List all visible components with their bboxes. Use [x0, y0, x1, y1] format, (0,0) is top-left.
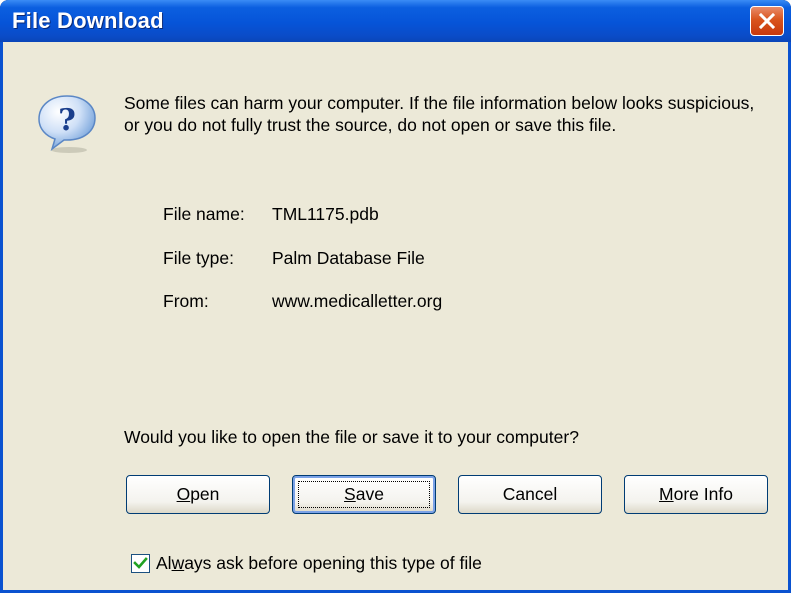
- open-button-label: Open: [176, 484, 220, 504]
- from-value: www.medicalletter.org: [272, 291, 443, 311]
- save-button[interactable]: Save: [292, 475, 436, 514]
- more-info-button[interactable]: More Info: [624, 475, 768, 514]
- file-name-value: TML1175.pdb: [272, 204, 379, 224]
- focus-ring: [298, 481, 430, 508]
- file-type-label: File type:: [163, 248, 234, 268]
- close-button[interactable]: [750, 6, 784, 36]
- cancel-button-label: Cancel: [502, 484, 558, 504]
- checkmark-icon: [133, 557, 148, 569]
- always-ask-label[interactable]: Always ask before opening this type of f…: [156, 553, 482, 574]
- prompt-text: Would you like to open the file or save …: [124, 427, 579, 447]
- file-name-label: File name:: [163, 204, 245, 224]
- svg-text:?: ?: [58, 103, 76, 138]
- title-bar[interactable]: File Download: [0, 0, 791, 42]
- always-ask-checkbox[interactable]: [131, 554, 150, 573]
- dialog-body: ? Some files can harm your computer. If …: [3, 42, 788, 590]
- window-title: File Download: [12, 8, 164, 33]
- cancel-button[interactable]: Cancel: [458, 475, 602, 514]
- open-button[interactable]: Open: [126, 475, 270, 514]
- from-label: From:: [163, 291, 209, 311]
- question-icon: ?: [38, 95, 96, 153]
- close-icon: [759, 13, 775, 29]
- file-type-value: Palm Database File: [272, 248, 425, 268]
- more-info-button-label: More Info: [659, 484, 733, 504]
- file-download-dialog: File Download ? Some files can harm your…: [0, 0, 791, 593]
- warning-message: Some files can harm your computer. If th…: [124, 93, 755, 135]
